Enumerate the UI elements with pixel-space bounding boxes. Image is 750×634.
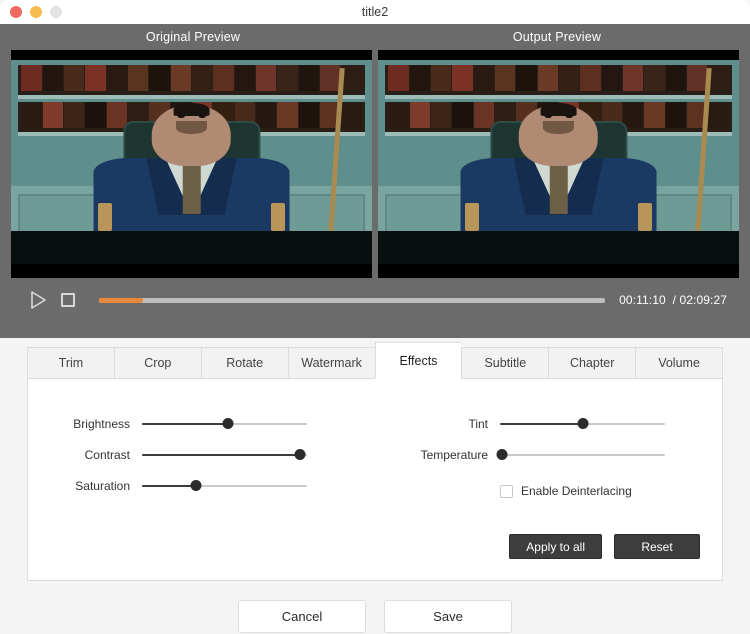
window-title: title2 xyxy=(361,5,389,19)
slider-track-fill xyxy=(500,422,583,425)
slider-thumb-brightness[interactable] xyxy=(222,418,234,429)
preview-area: Original Preview Output Preview 00:11:10… xyxy=(0,24,750,338)
slider-track-bg xyxy=(500,453,665,456)
tab-strip: Trim Crop Rotate Watermark Effects Subtitle Ch… xyxy=(27,342,723,379)
dialog-footer: Cancel Save xyxy=(0,581,750,634)
original-preview-video[interactable] xyxy=(11,50,372,278)
slider-label-brightness: Brightness xyxy=(73,416,130,431)
traffic-light-group xyxy=(10,6,62,18)
slider-track-tint[interactable] xyxy=(500,417,665,431)
original-preview-label: Original Preview xyxy=(145,30,241,44)
deinterlacing-row: Enable Deinterlacing xyxy=(388,484,722,498)
close-button[interactable] xyxy=(10,6,22,18)
output-preview-video[interactable] xyxy=(378,50,739,278)
slider-label-tint: Tint xyxy=(468,416,488,431)
minimize-button[interactable] xyxy=(30,6,42,18)
cancel-button[interactable]: Cancel xyxy=(238,599,366,633)
tab-crop[interactable]: Crop xyxy=(113,347,201,379)
slider-label-temperature: Temperature xyxy=(420,447,488,462)
slider-saturation: Saturation xyxy=(46,470,380,501)
tab-rotate[interactable]: Rotate xyxy=(200,347,288,379)
slider-label-contrast: Contrast xyxy=(84,447,130,462)
tab-chapter[interactable]: Chapter xyxy=(548,347,636,379)
tab-volume[interactable]: Volume xyxy=(635,347,723,379)
preview-label-row: Original Preview Output Preview xyxy=(11,24,739,50)
slider-thumb-tint[interactable] xyxy=(577,418,588,429)
slider-track-contrast[interactable] xyxy=(142,448,307,462)
slider-track-fill xyxy=(142,422,228,425)
slider-track-fill xyxy=(142,484,197,487)
effects-tab-panel: Brightness Contrast Saturation Tint Temp… xyxy=(27,378,723,581)
enable-deinterlacing-checkbox[interactable] xyxy=(500,484,513,498)
timecode-display: 00:11:10 / 02:09:27 xyxy=(619,293,727,307)
slider-track-temperature[interactable] xyxy=(496,448,665,462)
tab-trim[interactable]: Trim xyxy=(27,347,114,379)
tab-watermark[interactable]: Watermark xyxy=(287,347,375,379)
play-icon xyxy=(30,291,46,309)
effects-left-column: Brightness Contrast Saturation xyxy=(28,408,380,501)
slider-track-fill xyxy=(142,453,301,456)
effects-right-column: Tint Temperature Enable Deinterlacing xyxy=(380,408,722,501)
stop-icon xyxy=(61,293,75,307)
slider-thumb-saturation[interactable] xyxy=(190,480,202,491)
video-editor-window: title2 Original Preview Output Preview 0… xyxy=(0,0,750,634)
play-button[interactable] xyxy=(23,287,53,313)
slider-thumb-contrast[interactable] xyxy=(294,449,306,460)
apply-to-all-button[interactable]: Apply to all xyxy=(509,534,602,559)
tab-effects[interactable]: Effects xyxy=(374,342,462,379)
scene-output xyxy=(378,60,739,264)
effects-slider-columns: Brightness Contrast Saturation Tint Temp… xyxy=(28,378,722,501)
slider-track-saturation[interactable] xyxy=(142,479,307,493)
editor-tabs-region: Trim Crop Rotate Watermark Effects Subtitle Ch… xyxy=(0,338,750,581)
reset-button[interactable]: Reset xyxy=(614,534,700,559)
slider-brightness: Brightness xyxy=(46,408,380,439)
slider-contrast: Contrast xyxy=(46,439,380,470)
scene-original xyxy=(11,60,372,264)
save-button[interactable]: Save xyxy=(384,599,512,633)
slider-tint: Tint xyxy=(388,408,722,439)
zoom-button[interactable] xyxy=(50,6,62,18)
output-preview-label: Output Preview xyxy=(512,30,602,44)
slider-label-saturation: Saturation xyxy=(75,478,130,493)
preview-panels xyxy=(11,50,739,278)
panel-action-buttons: Apply to all Reset xyxy=(509,534,700,559)
slider-track-brightness[interactable] xyxy=(142,417,307,431)
slider-temperature: Temperature xyxy=(388,439,722,470)
transport-bar: 00:11:10 / 02:09:27 xyxy=(11,278,739,322)
titlebar: title2 xyxy=(0,0,750,24)
playback-progress-fill xyxy=(99,297,144,303)
playback-progress-bar[interactable] xyxy=(99,297,606,303)
original-video-frame xyxy=(11,60,372,264)
stop-button[interactable] xyxy=(53,287,83,313)
slider-thumb-temperature[interactable] xyxy=(496,449,508,460)
output-video-frame xyxy=(378,60,739,264)
enable-deinterlacing-label: Enable Deinterlacing xyxy=(521,484,632,498)
tab-subtitle[interactable]: Subtitle xyxy=(461,347,549,379)
